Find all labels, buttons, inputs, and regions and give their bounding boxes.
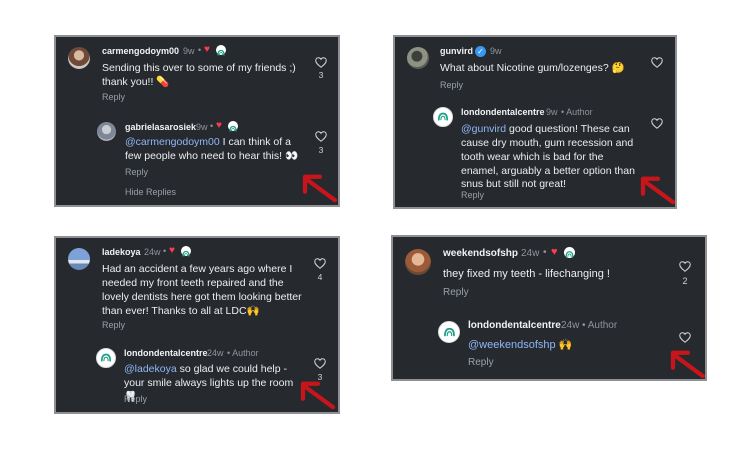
ldc-logo-icon [99, 351, 113, 365]
username[interactable]: londondentalcentre [461, 107, 545, 117]
username[interactable]: ladekoya [102, 247, 141, 257]
heart-outline-icon[interactable] [651, 57, 663, 68]
author-label: • Author [582, 320, 618, 331]
ldc-logo-icon [228, 121, 238, 131]
comment-text: they fixed my teeth - lifechanging ! [443, 268, 610, 280]
comment-panel-3: ladekoya 24w • ♥ Had an accident a few y… [54, 236, 340, 414]
heart-outline-icon[interactable] [679, 332, 691, 343]
username[interactable]: gunvird [440, 46, 473, 56]
comment-text: Had an accident a few years ago where I … [102, 263, 302, 317]
avatar-ldc[interactable] [438, 321, 460, 343]
ldc-logo-icon [181, 246, 191, 256]
red-arrow [639, 175, 677, 205]
ldc-logo-icon [216, 45, 226, 55]
comment-text: What about Nicotine gum/lozenges? 🤔 [440, 62, 625, 74]
comment-text: @ladekoya so glad we could help - your s… [124, 363, 306, 405]
timestamp: 24w [207, 348, 224, 358]
mention-link[interactable]: @ladekoya [124, 363, 177, 375]
comment-text: Sending this over to some of my friends … [102, 62, 296, 88]
like-count: 3 [318, 70, 324, 80]
ldc-logo-icon [436, 110, 450, 124]
heart-outline-icon[interactable] [651, 118, 663, 129]
red-heart-icon: ♥ [169, 245, 175, 256]
heart-outline-icon[interactable] [314, 258, 326, 269]
comment-text: @gunvird good question! These can cause … [461, 123, 643, 192]
comment-text: @weekendsofshp 🙌 [468, 338, 668, 353]
timestamp: 9w [183, 46, 195, 56]
separator-dot: • [210, 121, 214, 131]
ldc-logo-icon [564, 247, 575, 258]
timestamp: 24w [144, 247, 161, 257]
avatar[interactable] [407, 47, 429, 69]
username[interactable]: londondentalcentre [124, 348, 208, 358]
avatar[interactable] [68, 248, 90, 270]
timestamp: 9w [490, 46, 502, 56]
comment-panel-2: gunvird ✓ 9w What about Nicotine gum/loz… [393, 35, 677, 209]
author-label: • Author [561, 107, 593, 117]
mention-link[interactable]: @gunvird [461, 123, 506, 135]
username[interactable]: carmengodoym00 [102, 46, 179, 56]
separator-dot: • [198, 45, 202, 55]
comment-body: 🙌 [555, 339, 573, 351]
comment-panel-4: weekendsofshp 24w • ♥ they fixed my teet… [391, 235, 707, 381]
reply-button[interactable]: Reply [440, 80, 463, 90]
username[interactable]: gabrielasarosiek [125, 122, 196, 132]
red-heart-icon: ♥ [551, 246, 558, 258]
username[interactable]: weekendsofshp [443, 248, 518, 259]
reply-button[interactable]: Reply [125, 167, 148, 177]
reply-button[interactable]: Reply [124, 394, 147, 404]
red-heart-icon: ♥ [216, 120, 222, 131]
like-count: 4 [317, 272, 323, 282]
heart-outline-icon[interactable] [315, 57, 327, 68]
like-count: 3 [318, 145, 324, 155]
avatar[interactable] [68, 47, 90, 69]
reply-button[interactable]: Reply [102, 92, 125, 102]
reply-button[interactable]: Reply [102, 320, 125, 330]
timestamp: 24w [561, 320, 580, 331]
avatar[interactable] [405, 249, 431, 275]
timestamp: 9w [546, 107, 558, 117]
author-label: • Author [227, 348, 259, 358]
reply-button[interactable]: Reply [468, 357, 494, 368]
heart-outline-icon[interactable] [314, 358, 326, 369]
avatar[interactable] [97, 122, 116, 141]
mention-link[interactable]: @carmengodoym00 [125, 136, 220, 148]
heart-outline-icon[interactable] [315, 131, 327, 142]
timestamp: 9w [196, 122, 208, 132]
heart-outline-icon[interactable] [679, 261, 691, 272]
comment-text: @carmengodoym00 I can think of a few peo… [125, 136, 303, 164]
red-arrow [299, 380, 337, 410]
red-arrow [301, 173, 339, 203]
comment-panel-1: carmengodoym00 9w • ♥ Sending this over … [54, 35, 340, 207]
mention-link[interactable]: @weekendsofshp [468, 339, 556, 351]
red-arrow [669, 349, 707, 379]
avatar-ldc[interactable] [433, 107, 453, 127]
username[interactable]: londondentalcentre [468, 320, 561, 331]
separator-dot: • [543, 247, 547, 258]
separator-dot: • [163, 246, 167, 256]
like-count: 2 [682, 276, 688, 286]
avatar-ldc[interactable] [96, 348, 116, 368]
hide-replies-button[interactable]: Hide Replies [125, 187, 176, 197]
reply-button[interactable]: Reply [443, 287, 469, 298]
reply-button[interactable]: Reply [461, 190, 484, 200]
red-heart-icon: ♥ [204, 44, 210, 55]
verified-badge-icon: ✓ [475, 46, 486, 57]
ldc-logo-icon [442, 325, 457, 340]
timestamp: 24w [521, 248, 540, 259]
